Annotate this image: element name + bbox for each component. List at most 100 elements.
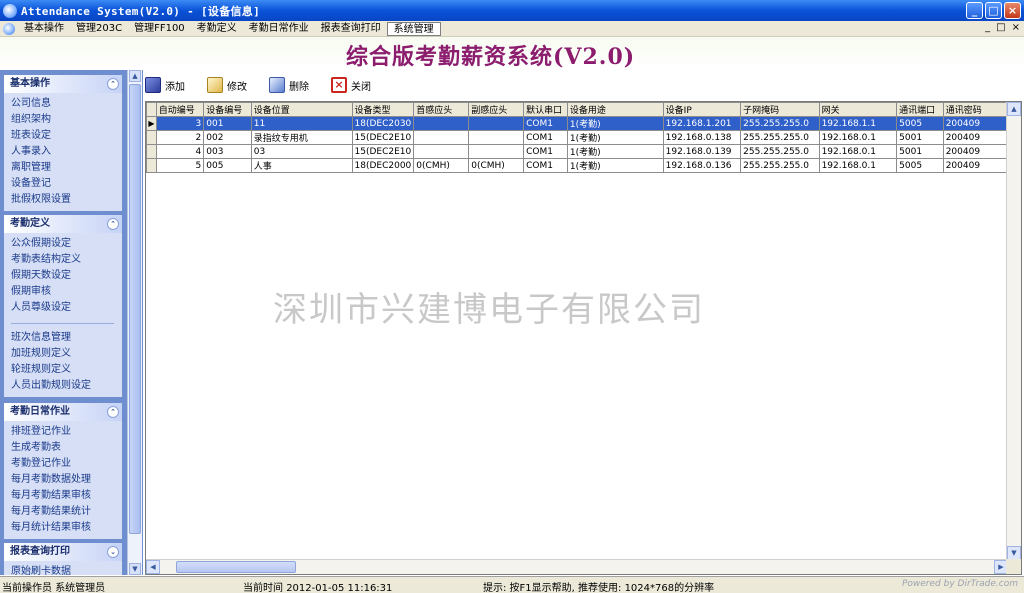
sidebar-item-monthly-stats[interactable]: 每月考勤结果统计 bbox=[11, 504, 122, 520]
sidebar-item-device-register[interactable]: 设备登记 bbox=[11, 176, 122, 192]
table-cell[interactable]: 03 bbox=[250, 144, 353, 159]
sidebar-item-public-holiday[interactable]: 公众假期设定 bbox=[11, 236, 122, 252]
menu-attendance-definition[interactable]: 考勤定义 bbox=[191, 22, 243, 36]
column-header[interactable]: 默认串口 bbox=[523, 102, 568, 117]
column-header[interactable]: 设备编号 bbox=[203, 102, 252, 117]
table-cell[interactable]: 18(DEC2030 bbox=[351, 116, 415, 131]
delete-button[interactable]: 删除 bbox=[269, 77, 309, 93]
sidebar-scroll-thumb[interactable] bbox=[129, 84, 141, 534]
table-cell[interactable]: 192.168.0.138 bbox=[662, 130, 742, 145]
sidebar-item-leave-review[interactable]: 假期审核 bbox=[11, 284, 122, 300]
table-cell[interactable]: 5005 bbox=[896, 116, 944, 131]
scroll-left-icon[interactable]: ◀ bbox=[146, 560, 160, 574]
table-cell[interactable]: 5001 bbox=[896, 144, 944, 159]
sidebar-group-header[interactable]: 基本操作 ⌃ bbox=[4, 75, 122, 93]
sidebar-item-personnel-entry[interactable]: 人事录入 bbox=[11, 144, 122, 160]
table-cell[interactable]: 2 bbox=[155, 130, 205, 145]
sidebar-item-staff-level[interactable]: 人员尊级设定 bbox=[11, 300, 122, 316]
table-cell[interactable]: 3 bbox=[155, 116, 205, 131]
menu-system-management[interactable]: 系统管理 bbox=[386, 21, 441, 36]
table-row[interactable]: 2 002 录指纹专用机 15(DEC2E10 COM1 1(考勤) 192.1… bbox=[146, 130, 1008, 145]
table-cell[interactable]: COM1 bbox=[523, 158, 568, 173]
menu-report-print[interactable]: 报表查询打印 bbox=[315, 22, 387, 36]
sidebar-item-raw-swipe-data[interactable]: 原始刷卡数据 bbox=[11, 564, 122, 575]
column-header[interactable]: 副感应头 bbox=[468, 102, 525, 117]
table-cell[interactable]: 255.255.255.0 bbox=[740, 116, 820, 131]
add-button[interactable]: 添加 bbox=[145, 77, 185, 93]
sidebar-group-header[interactable]: 考勤日常作业 ⌃ bbox=[4, 403, 122, 421]
table-cell[interactable]: 人事 bbox=[250, 158, 353, 173]
sidebar-item-monthly-process[interactable]: 每月考勤数据处理 bbox=[11, 472, 122, 488]
table-cell[interactable]: 18(DEC2000 bbox=[351, 158, 415, 173]
table-cell[interactable] bbox=[413, 130, 470, 145]
table-cell[interactable]: 192.168.1.1 bbox=[818, 116, 898, 131]
table-cell[interactable]: 200409 bbox=[942, 116, 1008, 131]
table-cell[interactable]: 1(考勤) bbox=[566, 158, 664, 173]
table-cell[interactable]: 002 bbox=[203, 130, 252, 145]
close-window-button[interactable]: × bbox=[1004, 2, 1021, 19]
scroll-up-icon[interactable]: ▲ bbox=[1007, 102, 1021, 116]
collapse-icon[interactable]: ⌃ bbox=[107, 78, 119, 90]
table-cell[interactable]: 192.168.0.1 bbox=[818, 130, 898, 145]
sidebar-item-resignation[interactable]: 离职管理 bbox=[11, 160, 122, 176]
sidebar-item-rotation-rule[interactable]: 轮班规则定义 bbox=[11, 362, 122, 378]
table-row[interactable]: ▶ 3 001 11 18(DEC2030 COM1 1(考勤) 192.168… bbox=[146, 116, 1008, 131]
maximize-button[interactable]: □ bbox=[985, 2, 1002, 19]
sidebar-item-shift-register[interactable]: 排班登记作业 bbox=[11, 424, 122, 440]
table-cell[interactable]: 5005 bbox=[896, 158, 944, 173]
table-cell[interactable]: 255.255.255.0 bbox=[740, 130, 820, 145]
sidebar-group-header[interactable]: 报表查询打印 ⌄ bbox=[4, 543, 122, 561]
mdi-restore-button[interactable]: □ bbox=[996, 22, 1005, 33]
menu-manage-203c[interactable]: 管理203C bbox=[70, 22, 128, 36]
column-header[interactable]: 通讯密码 bbox=[942, 102, 1008, 117]
grid-vertical-scrollbar[interactable]: ▲ ▼ bbox=[1006, 102, 1021, 560]
table-cell[interactable]: 001 bbox=[203, 116, 252, 131]
table-cell[interactable]: 192.168.0.139 bbox=[662, 144, 742, 159]
sidebar-item-generate-table[interactable]: 生成考勤表 bbox=[11, 440, 122, 456]
column-header[interactable]: 设备用途 bbox=[566, 102, 664, 117]
column-header[interactable]: 子网掩码 bbox=[740, 102, 820, 117]
table-cell[interactable]: 1(考勤) bbox=[566, 116, 664, 131]
table-cell[interactable]: 15(DEC2E10 bbox=[351, 144, 415, 159]
table-cell[interactable] bbox=[413, 144, 470, 159]
menu-manage-ff100[interactable]: 管理FF100 bbox=[128, 22, 191, 36]
sidebar-item-leave-days[interactable]: 假期天数设定 bbox=[11, 268, 122, 284]
collapse-icon[interactable]: ⌃ bbox=[107, 406, 119, 418]
table-cell[interactable]: 200409 bbox=[942, 130, 1008, 145]
sidebar-item-stats-review[interactable]: 每月统计结果审核 bbox=[11, 520, 122, 536]
sidebar-item-shift-info[interactable]: 班次信息管理 bbox=[11, 330, 122, 346]
table-cell[interactable]: 0(CMH) bbox=[413, 158, 470, 173]
column-header[interactable]: 设备位置 bbox=[250, 102, 353, 117]
sidebar-item-leave-permission[interactable]: 批假权限设置 bbox=[11, 192, 122, 208]
grid-scroll-thumb[interactable] bbox=[176, 561, 296, 573]
column-header[interactable]: 自动编号 bbox=[155, 102, 205, 117]
table-cell[interactable]: 192.168.0.1 bbox=[818, 144, 898, 159]
menu-basic-operations[interactable]: 基本操作 bbox=[18, 22, 70, 36]
sidebar-scrollbar[interactable]: ▲ ▼ bbox=[127, 70, 142, 575]
scroll-up-icon[interactable]: ▲ bbox=[129, 70, 141, 82]
table-row[interactable]: 4 003 03 15(DEC2E10 COM1 1(考勤) 192.168.0… bbox=[146, 144, 1008, 159]
table-cell[interactable]: COM1 bbox=[523, 144, 568, 159]
table-cell[interactable]: 录指纹专用机 bbox=[250, 130, 353, 145]
table-cell[interactable]: 255.255.255.0 bbox=[740, 144, 820, 159]
menu-app-icon[interactable] bbox=[3, 22, 15, 35]
table-cell[interactable]: 005 bbox=[203, 158, 252, 173]
column-header[interactable]: 设备类型 bbox=[351, 102, 415, 117]
table-cell[interactable]: 255.255.255.0 bbox=[740, 158, 820, 173]
edit-button[interactable]: 修改 bbox=[207, 77, 247, 93]
mdi-close-button[interactable]: × bbox=[1012, 22, 1020, 33]
table-row[interactable]: 5 005 人事 18(DEC2000 0(CMH) 0(CMH) COM1 1… bbox=[146, 158, 1008, 173]
column-header[interactable]: 首感应头 bbox=[413, 102, 470, 117]
table-cell[interactable]: 200409 bbox=[942, 144, 1008, 159]
table-cell[interactable] bbox=[468, 116, 525, 131]
sidebar-item-attendance-register[interactable]: 考勤登记作业 bbox=[11, 456, 122, 472]
sidebar-group-header[interactable]: 考勤定义 ⌃ bbox=[4, 215, 122, 233]
table-cell[interactable] bbox=[468, 130, 525, 145]
table-cell[interactable]: 1(考勤) bbox=[566, 130, 664, 145]
scroll-down-icon[interactable]: ▼ bbox=[129, 563, 141, 575]
expand-icon[interactable]: ⌄ bbox=[107, 546, 119, 558]
collapse-icon[interactable]: ⌃ bbox=[107, 218, 119, 230]
table-cell[interactable]: 1(考勤) bbox=[566, 144, 664, 159]
table-cell[interactable]: 5 bbox=[155, 158, 205, 173]
table-cell[interactable]: 192.168.0.136 bbox=[662, 158, 742, 173]
